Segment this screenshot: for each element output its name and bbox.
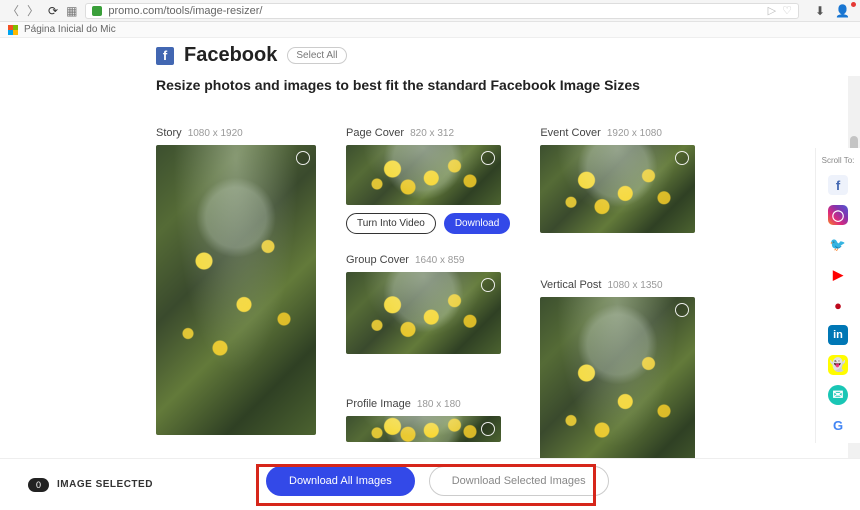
- scroll-youtube-icon[interactable]: ▶: [828, 265, 848, 285]
- scroll-snapchat-icon[interactable]: 👻: [828, 355, 848, 375]
- select-all-button[interactable]: Select All: [287, 47, 346, 64]
- item-title-profile-image: Profile Image: [346, 398, 411, 410]
- scroll-to-panel: Scroll To: f ◯ 🐦 ▶ ● in 👻 ✉ G: [816, 148, 860, 443]
- thumb-event-cover[interactable]: [540, 145, 695, 233]
- thumb-group-cover[interactable]: [346, 272, 501, 354]
- item-dim-event-cover: 1920 x 1080: [607, 128, 662, 139]
- item-dim-profile-image: 180 x 180: [417, 399, 461, 410]
- bookmark-item[interactable]: Página Inicial do Mic: [24, 24, 116, 35]
- select-toggle[interactable]: [481, 278, 495, 292]
- scroll-twitter-icon[interactable]: 🐦: [828, 235, 848, 255]
- scroll-email-icon[interactable]: ✉: [828, 385, 848, 405]
- lock-icon: [92, 6, 102, 16]
- item-dim-page-cover: 820 x 312: [410, 128, 454, 139]
- browser-toolbar: 〈 〉 ⟳ ▦ promo.com/tools/image-resizer/ ▷…: [0, 0, 860, 22]
- select-toggle[interactable]: [481, 151, 495, 165]
- microsoft-icon: [8, 25, 18, 35]
- scroll-linkedin-icon[interactable]: in: [828, 325, 848, 345]
- forward-button[interactable]: 〉: [26, 2, 40, 19]
- selected-count: 0: [28, 478, 49, 492]
- select-toggle[interactable]: [675, 151, 689, 165]
- item-title-page-cover: Page Cover: [346, 127, 404, 139]
- url-text: promo.com/tools/image-resizer/: [108, 5, 262, 17]
- select-toggle[interactable]: [481, 422, 495, 436]
- item-title-group-cover: Group Cover: [346, 254, 409, 266]
- send-icon[interactable]: ▷: [768, 4, 776, 17]
- scroll-google-icon[interactable]: G: [828, 415, 848, 435]
- back-button[interactable]: 〈: [6, 2, 20, 19]
- scroll-pinterest-icon[interactable]: ●: [828, 295, 848, 315]
- download-selected-button[interactable]: Download Selected Images: [429, 466, 609, 496]
- thumb-story[interactable]: [156, 145, 316, 435]
- download-all-button[interactable]: Download All Images: [266, 466, 415, 496]
- scroll-instagram-icon[interactable]: ◯: [828, 205, 848, 225]
- thumb-page-cover[interactable]: [346, 145, 501, 205]
- select-toggle[interactable]: [296, 151, 310, 165]
- heart-icon[interactable]: ♡: [782, 4, 792, 17]
- item-dim-story: 1080 x 1920: [188, 128, 243, 139]
- url-bar[interactable]: promo.com/tools/image-resizer/ ▷ ♡: [85, 3, 799, 19]
- item-title-event-cover: Event Cover: [540, 127, 601, 139]
- thumb-profile-image[interactable]: [346, 416, 501, 442]
- item-dim-vertical-post: 1080 x 1350: [607, 280, 662, 291]
- section-title: Facebook: [184, 44, 277, 67]
- scroll-to-label: Scroll To:: [822, 156, 855, 165]
- turn-into-video-button[interactable]: Turn Into Video: [346, 213, 436, 234]
- facebook-icon: f: [156, 47, 174, 65]
- item-title-vertical-post: Vertical Post: [540, 279, 601, 291]
- bookmark-bar: Página Inicial do Mic: [0, 22, 860, 38]
- download-indicator-icon[interactable]: ⬇: [815, 4, 825, 18]
- reload-button[interactable]: ⟳: [48, 4, 58, 18]
- item-dim-group-cover: 1640 x 859: [415, 255, 465, 266]
- account-icon[interactable]: 👤: [835, 4, 850, 18]
- select-toggle[interactable]: [675, 303, 689, 317]
- section-subtitle: Resize photos and images to best fit the…: [156, 77, 716, 93]
- selected-label: IMAGE SELECTED: [57, 479, 153, 490]
- apps-button[interactable]: ▦: [66, 4, 77, 18]
- scroll-facebook-icon[interactable]: f: [828, 175, 848, 195]
- item-title-story: Story: [156, 127, 182, 139]
- download-button[interactable]: Download: [444, 213, 510, 234]
